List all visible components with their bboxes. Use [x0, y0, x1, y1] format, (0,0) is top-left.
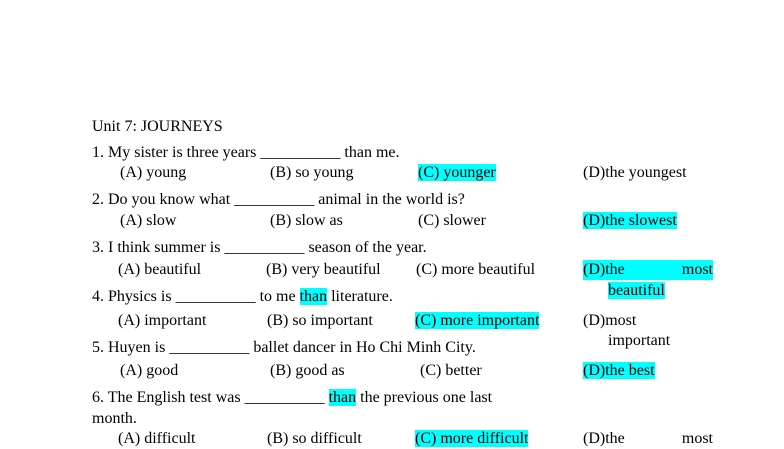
unit-title: Unit 7: JOURNEYS — [92, 118, 223, 135]
question-6-stem-before: 6. The English test was __________ — [92, 389, 329, 406]
question-1-option-b: (B) so young — [270, 164, 354, 181]
question-1-stem: 1. My sister is three years __________ t… — [92, 144, 400, 161]
document-page: Unit 7: JOURNEYS 1. My sister is three y… — [0, 0, 784, 447]
question-4-stem-after: literature. — [327, 288, 393, 305]
question-4-stem-highlight: than — [299, 288, 328, 305]
question-4-stem: 4. Physics is __________ to me than lite… — [92, 287, 393, 307]
question-3-stem: 3. I think summer is __________ season o… — [92, 239, 427, 256]
question-2-option-a: (A) slow — [120, 212, 177, 229]
question-4-option-b: (B) so important — [267, 312, 373, 329]
question-3-option-d-word2: most — [681, 261, 713, 278]
question-5-option-d: (D)the best — [583, 362, 655, 379]
question-4-option-d-cont: important — [608, 332, 671, 349]
question-6-option-b: (B) so difficult — [267, 430, 362, 447]
question-6-stem: 6. The English test was __________ than … — [92, 388, 492, 408]
question-2-option-b: (B) slow as — [270, 212, 343, 229]
question-4-option-a: (A) important — [118, 312, 207, 329]
question-6-option-d-word2: most — [681, 430, 713, 447]
question-5-option-c: (C) better — [420, 362, 482, 379]
question-3-option-d-word3: beautiful — [608, 282, 665, 299]
question-6-stem-highlight: than — [328, 389, 357, 406]
question-5-option-a: (A) good — [120, 362, 179, 379]
question-3-option-c: (C) more beautiful — [416, 261, 536, 278]
question-6-stem-line2: month. — [92, 410, 137, 427]
question-4-option-c: (C) more important — [415, 312, 540, 329]
question-4-stem-before: 4. Physics is __________ to me — [92, 288, 300, 305]
question-1-option-a: (A) young — [120, 164, 187, 181]
question-6-option-d: (D)the most — [583, 429, 713, 449]
question-6-option-d-label: (D)the — [583, 430, 625, 447]
question-4-option-d: (D)most — [583, 312, 637, 329]
question-3-option-d: (D)the most — [583, 260, 713, 280]
question-3-option-a: (A) beautiful — [118, 261, 202, 278]
question-6-stem-after: the previous one last — [356, 389, 493, 406]
question-1-option-d: (D)the youngest — [583, 164, 687, 181]
question-2-option-d: (D)the slowest — [583, 212, 677, 229]
question-6-option-a: (A) difficult — [118, 430, 196, 447]
question-5-stem: 5. Huyen is __________ ballet dancer in … — [92, 339, 476, 356]
question-5-option-b: (B) good as — [270, 362, 345, 379]
question-3-option-d-label: (D)the — [583, 261, 625, 278]
question-6-option-c: (C) more difficult — [415, 430, 529, 447]
question-1-option-c: (C) younger — [418, 164, 496, 181]
question-2-stem: 2. Do you know what __________ animal in… — [92, 191, 465, 208]
question-2-option-c: (C) slower — [418, 212, 486, 229]
question-3-option-b: (B) very beautiful — [266, 261, 381, 278]
